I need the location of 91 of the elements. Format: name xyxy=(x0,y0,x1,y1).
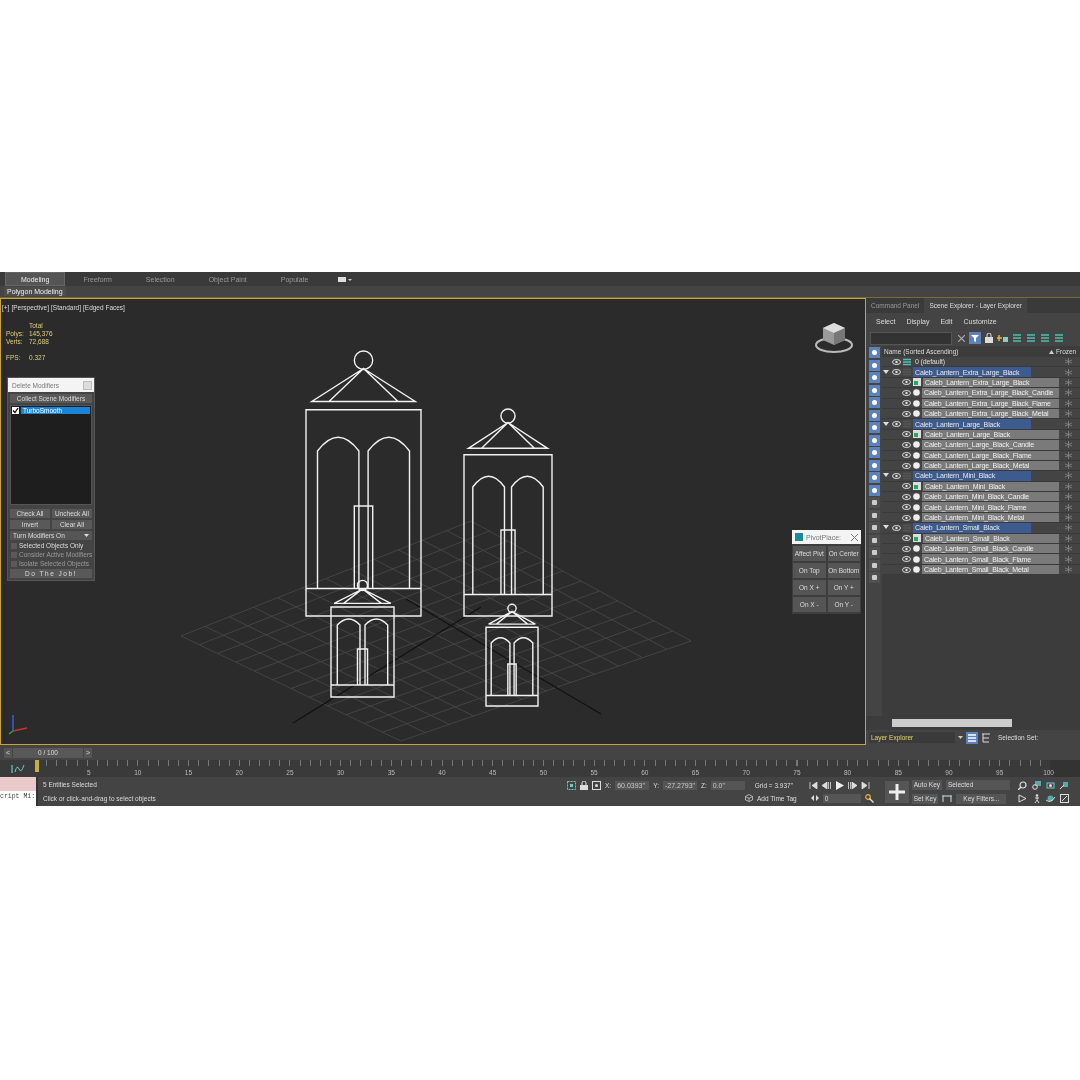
filter-toggle-button[interactable] xyxy=(868,484,880,496)
caret-icon xyxy=(84,533,89,538)
filter-toggle-button[interactable] xyxy=(868,347,880,358)
caret-icon[interactable] xyxy=(958,735,963,740)
eye-icon[interactable] xyxy=(902,493,911,500)
filter-toggle-button[interactable] xyxy=(868,459,880,471)
hierarchy-icon[interactable] xyxy=(981,732,991,743)
next-key-icon[interactable] xyxy=(847,781,857,789)
sort-arrow-icon xyxy=(1049,349,1054,354)
eye-icon[interactable] xyxy=(902,556,911,563)
time-configuration-icon[interactable] xyxy=(810,795,819,801)
zoom-extents-icon[interactable] xyxy=(1046,780,1056,790)
group-icon xyxy=(913,378,921,387)
eye-icon[interactable] xyxy=(902,431,911,438)
eye-icon[interactable] xyxy=(902,535,911,542)
eye-icon[interactable] xyxy=(892,421,901,428)
filter-toggle-button[interactable] xyxy=(868,359,880,371)
zoom-all-icon[interactable] xyxy=(1032,780,1042,790)
selection-icon[interactable] xyxy=(567,781,576,790)
filter-toggle-button[interactable] xyxy=(868,559,880,571)
filter-toggle-button[interactable] xyxy=(868,397,880,408)
eye-icon[interactable] xyxy=(892,473,901,479)
key-tangent-icon[interactable] xyxy=(942,794,953,803)
add-layer-icon[interactable] xyxy=(997,333,1008,343)
filter-icon[interactable] xyxy=(969,332,981,344)
previous-key-icon[interactable] xyxy=(821,781,831,789)
layers-icon[interactable] xyxy=(1012,333,1022,343)
viewport[interactable] xyxy=(0,298,866,745)
filter-toggle-button[interactable] xyxy=(868,497,880,508)
eye-icon[interactable] xyxy=(902,566,911,573)
current-frame-marker[interactable] xyxy=(35,760,39,772)
expand-arrow-icon[interactable] xyxy=(883,473,889,479)
orbit-icon[interactable] xyxy=(1046,793,1056,803)
checkbox[interactable] xyxy=(12,407,19,414)
go-to-end-icon[interactable] xyxy=(860,781,870,789)
filter-toggle-button[interactable] xyxy=(868,522,880,533)
expand-arrow-icon[interactable] xyxy=(883,421,889,427)
walk-icon[interactable] xyxy=(1032,793,1042,803)
group-icon xyxy=(913,534,921,543)
eye-icon[interactable] xyxy=(892,524,901,531)
filter-toggle-button[interactable] xyxy=(868,409,880,421)
zoom-extents-all-icon[interactable] xyxy=(1060,780,1070,790)
layers-icon[interactable] xyxy=(1026,333,1036,343)
group-icon xyxy=(913,430,921,439)
curve-editor-icon[interactable] xyxy=(11,763,25,774)
field-of-view-icon[interactable] xyxy=(1018,793,1028,803)
eye-icon[interactable] xyxy=(902,379,911,386)
close-icon[interactable] xyxy=(851,533,858,541)
eye-icon[interactable] xyxy=(892,358,901,365)
filter-toggle-button[interactable] xyxy=(868,509,880,521)
maximize-viewport-icon[interactable] xyxy=(1060,793,1070,803)
clear-icon[interactable] xyxy=(958,334,965,342)
display-icon[interactable] xyxy=(338,275,353,283)
cube-icon[interactable] xyxy=(745,794,753,802)
zoom-icon[interactable] xyxy=(1018,780,1028,790)
layers-icon[interactable] xyxy=(966,731,978,744)
layers-icon[interactable] xyxy=(1040,333,1050,343)
eye-icon[interactable] xyxy=(892,369,901,376)
eye-icon[interactable] xyxy=(902,441,911,448)
play-icon[interactable] xyxy=(834,780,844,790)
filter-toggle-button[interactable] xyxy=(868,372,880,383)
filter-toggle-button[interactable] xyxy=(868,572,880,583)
lock-icon[interactable] xyxy=(985,333,993,343)
eye-icon[interactable] xyxy=(902,410,911,417)
set-keys-button[interactable] xyxy=(884,780,909,803)
app-logo-icon xyxy=(795,533,803,541)
filter-toggle-button[interactable] xyxy=(868,384,880,396)
eye-icon[interactable] xyxy=(902,452,911,459)
eye-icon[interactable] xyxy=(902,545,911,552)
group-icon xyxy=(913,482,921,491)
expand-arrow-icon[interactable] xyxy=(883,369,889,375)
filter-toggle-button[interactable] xyxy=(868,447,880,458)
search-field[interactable] xyxy=(870,331,952,345)
eye-icon[interactable] xyxy=(902,514,911,521)
filter-toggle-button[interactable] xyxy=(868,472,880,483)
expand-arrow-icon[interactable] xyxy=(883,525,889,531)
filter-toggle-button[interactable] xyxy=(868,422,880,433)
key-icon[interactable] xyxy=(864,793,874,803)
filter-toggle-button[interactable] xyxy=(868,534,880,546)
eye-icon[interactable] xyxy=(902,504,911,511)
filter-toggle-button[interactable] xyxy=(868,547,880,558)
horizontal-scrollbar[interactable] xyxy=(866,716,1080,730)
eye-icon[interactable] xyxy=(902,462,911,469)
eye-icon[interactable] xyxy=(902,389,911,396)
eye-icon[interactable] xyxy=(902,483,911,490)
layers-icon[interactable] xyxy=(1054,333,1064,343)
eye-icon[interactable] xyxy=(902,400,911,407)
filter-toggle-button[interactable] xyxy=(868,434,880,446)
transform-mode-icon[interactable] xyxy=(592,781,601,790)
go-to-start-icon[interactable] xyxy=(808,781,818,789)
lock-icon[interactable] xyxy=(580,781,588,790)
